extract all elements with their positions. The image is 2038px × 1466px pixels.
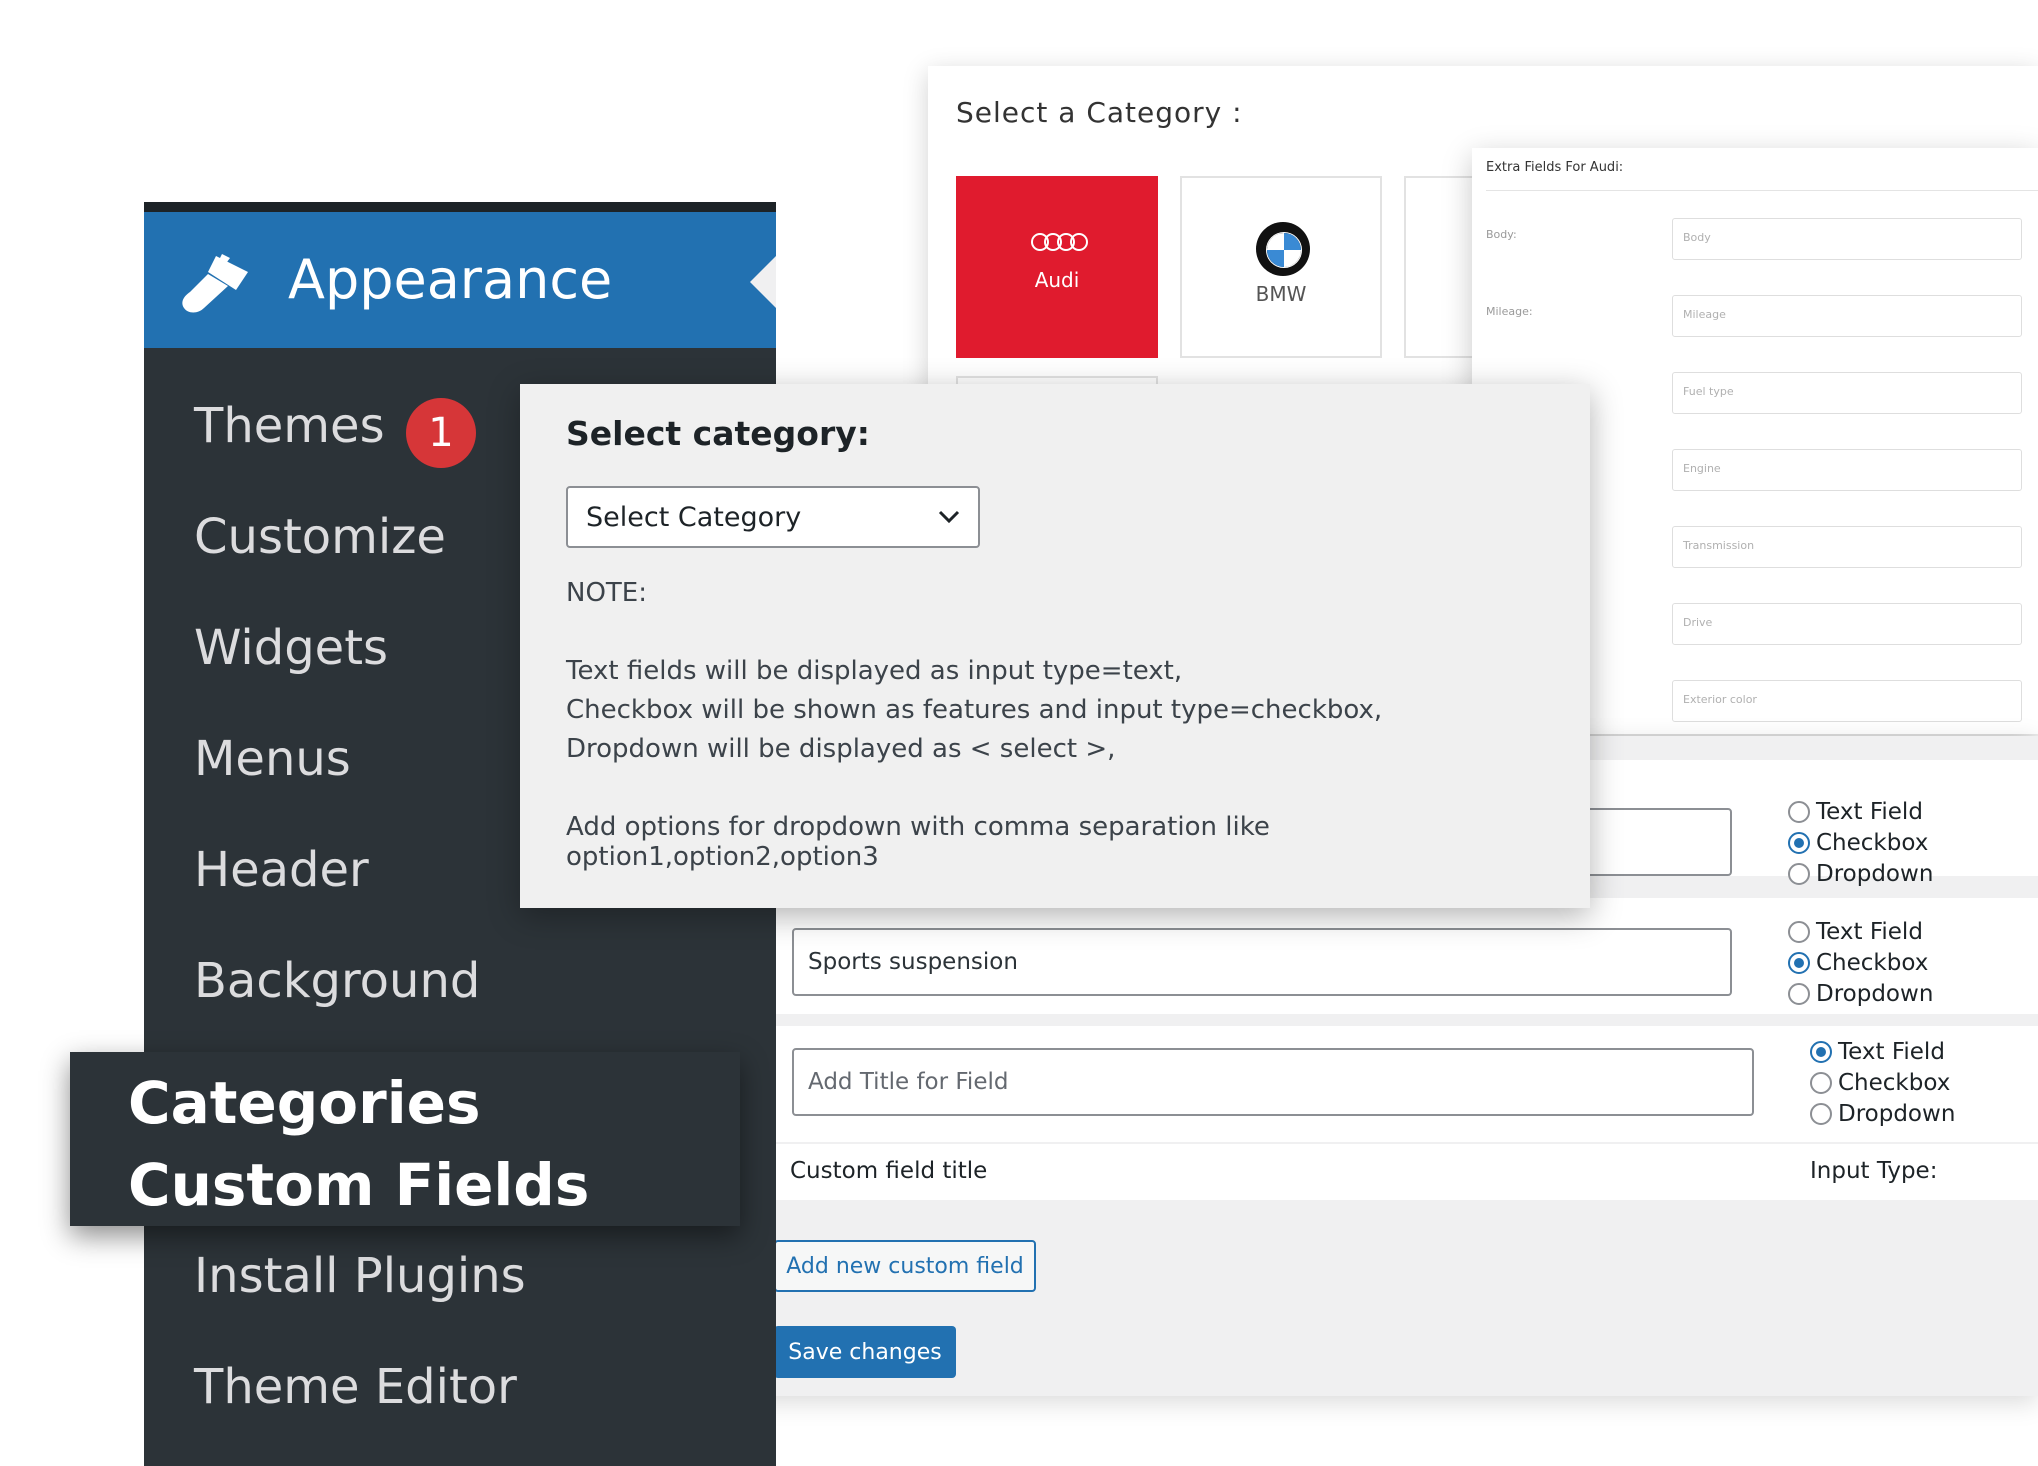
radio-label: Checkbox [1816, 949, 1929, 976]
input-type-radio-group: Text Field Checkbox Dropdown [1788, 796, 1933, 889]
chevron-down-icon [938, 510, 960, 524]
sidebar-item-themes[interactable]: Themes [194, 398, 385, 454]
sidebar-section-appearance[interactable]: Appearance [144, 212, 776, 348]
radio-button[interactable] [1788, 800, 1810, 823]
extra-field-input-mileage[interactable]: Mileage [1672, 295, 2022, 337]
extra-field-input-body[interactable]: Body [1672, 218, 2022, 260]
extra-field-input-drive[interactable]: Drive [1672, 603, 2022, 645]
select-category-heading: Select category: [566, 414, 870, 453]
extra-field-input-engine[interactable]: Engine [1672, 449, 2022, 491]
radio-button[interactable] [1810, 1102, 1832, 1125]
note-line: Checkbox will be shown as features and i… [566, 695, 1383, 725]
sidebar-item-header[interactable]: Header [194, 842, 369, 898]
radio-button[interactable] [1788, 920, 1810, 943]
paintbrush-icon [182, 254, 248, 313]
radio-label: Text Field [1838, 1038, 1945, 1065]
note-line: Add options for dropdown with comma sepa… [566, 812, 1270, 872]
radio-label: Dropdown [1838, 1100, 1956, 1127]
category-tile-bmw[interactable]: BMW [1180, 176, 1382, 358]
sidebar-item-install-plugins[interactable]: Install Plugins [194, 1248, 526, 1304]
category-tile-audi[interactable]: Audi [956, 176, 1158, 358]
radio-button[interactable] [1810, 1040, 1832, 1063]
save-changes-button[interactable]: Save changes [774, 1326, 956, 1378]
radio-label: Checkbox [1838, 1069, 1951, 1096]
note-line: Text fields will be displayed as input t… [566, 656, 1183, 686]
sidebar-item-categories-custom-fields[interactable]: Categories Custom Fields [70, 1052, 740, 1226]
update-count-badge: 1 [406, 398, 476, 468]
select-category-panel: Select category: Select Category NOTE: T… [520, 384, 1590, 908]
category-tile-label: BMW [1255, 282, 1307, 306]
radio-option-dropdown[interactable]: Dropdown [1810, 1098, 1955, 1129]
category-select[interactable]: Select Category [566, 486, 980, 548]
category-select-value: Select Category [586, 501, 802, 533]
custom-field-title-input[interactable]: Add Title for Field [792, 1048, 1754, 1116]
extra-field-label: Mileage: [1486, 305, 1533, 318]
input-type-heading: Input Type: [1810, 1158, 1938, 1184]
radio-button[interactable] [1810, 1071, 1832, 1094]
sidebar-section-label: Appearance [288, 248, 613, 311]
bmw-logo-icon [1256, 222, 1310, 276]
extra-field-input-transmission[interactable]: Transmission [1672, 526, 2022, 568]
sidebar-item-customize[interactable]: Customize [194, 509, 446, 565]
category-tile-label: Audi [1034, 268, 1080, 292]
radio-option-checkbox[interactable]: Checkbox [1810, 1067, 1955, 1098]
input-type-radio-group: Text Field Checkbox Dropdown [1788, 916, 1933, 1009]
custom-field-title-heading: Custom field title [790, 1158, 988, 1184]
current-menu-indicator [750, 256, 776, 308]
custom-field-title-input[interactable]: Sports suspension [792, 928, 1732, 996]
radio-option-text-field[interactable]: Text Field [1788, 796, 1933, 827]
radio-option-checkbox[interactable]: Checkbox [1788, 947, 1933, 978]
radio-button[interactable] [1788, 951, 1810, 974]
extra-fields-header: Extra Fields For Audi: [1486, 160, 1624, 175]
radio-option-dropdown[interactable]: Dropdown [1788, 858, 1933, 889]
category-picker-title: Select a Category : [956, 96, 1243, 129]
audi-rings-icon [1031, 233, 1088, 251]
radio-button[interactable] [1788, 982, 1810, 1005]
extra-field-label: Body: [1486, 228, 1517, 241]
sidebar-item-theme-editor[interactable]: Theme Editor [194, 1359, 517, 1415]
radio-option-dropdown[interactable]: Dropdown [1788, 978, 1933, 1009]
extra-field-input-exterior-color[interactable]: Exterior color [1672, 680, 2022, 722]
note-title: NOTE: [566, 578, 647, 608]
radio-option-text-field[interactable]: Text Field [1810, 1036, 1955, 1067]
radio-label: Text Field [1816, 918, 1923, 945]
sidebar-item-background[interactable]: Background [194, 953, 480, 1009]
radio-button[interactable] [1788, 831, 1810, 854]
extra-field-input-fuel-type[interactable]: Fuel type [1672, 372, 2022, 414]
sidebar-item-label: Themes [194, 398, 385, 454]
note-line: Dropdown will be displayed as < select >… [566, 734, 1116, 764]
divider [1486, 190, 2038, 191]
input-type-radio-group: Text Field Checkbox Dropdown [1810, 1036, 1955, 1129]
radio-label: Text Field [1816, 798, 1923, 825]
radio-option-checkbox[interactable]: Checkbox [1788, 827, 1933, 858]
sidebar-item-widgets[interactable]: Widgets [194, 620, 388, 676]
sidebar-top-bar [144, 202, 776, 212]
radio-label: Checkbox [1816, 829, 1929, 856]
radio-label: Dropdown [1816, 980, 1934, 1007]
radio-option-text-field[interactable]: Text Field [1788, 916, 1933, 947]
sidebar-item-menus[interactable]: Menus [194, 731, 351, 787]
sidebar-item-label: Categories Custom Fields [128, 1069, 590, 1219]
radio-button[interactable] [1788, 862, 1810, 885]
radio-label: Dropdown [1816, 860, 1934, 887]
add-new-custom-field-button[interactable]: Add new custom field [774, 1240, 1036, 1292]
